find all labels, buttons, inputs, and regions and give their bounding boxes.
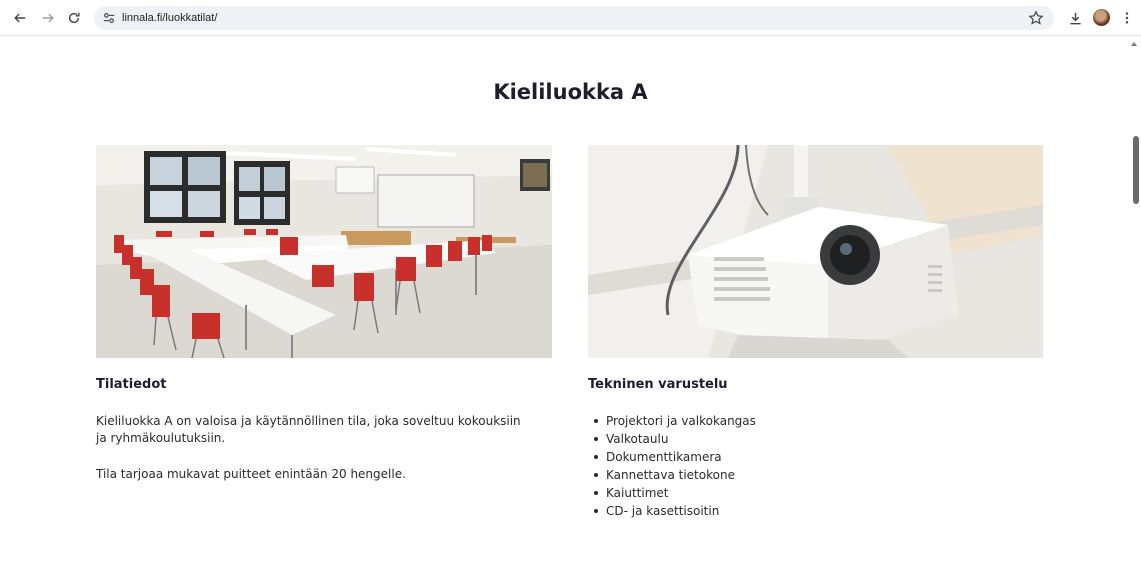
list-item: Kannettava tietokone: [588, 466, 756, 484]
more-icon: [1125, 12, 1129, 24]
list-item: Kaiuttimet: [588, 484, 756, 502]
back-icon: [14, 13, 26, 23]
browser-toolbar: linnala.fi/luokkatilat/: [0, 0, 1141, 36]
url-text[interactable]: linnala.fi/luokkatilat/: [122, 11, 217, 25]
star-icon[interactable]: [1028, 10, 1044, 26]
scrollbar-thumb[interactable]: [1133, 136, 1139, 204]
scroll-up-icon[interactable]: [1130, 40, 1138, 48]
list-item: Projektori ja valkokangas: [588, 412, 756, 430]
profile-avatar[interactable]: [1093, 9, 1110, 26]
reload-icon: [68, 12, 80, 24]
equipment-heading: Tekninen varustelu: [588, 377, 728, 392]
more-menu-button[interactable]: [1117, 8, 1137, 28]
download-button[interactable]: [1065, 8, 1085, 28]
equipment-list: Projektori ja valkokangas Valkotaulu Dok…: [588, 412, 756, 520]
forward-button[interactable]: [38, 8, 58, 28]
classroom-photo: [96, 145, 552, 358]
site-info-icon[interactable]: [102, 11, 116, 25]
page-title: Kieliluokka A: [493, 80, 648, 104]
info-paragraph: Kieliluokka A on valoisa ja käytännöllin…: [96, 414, 521, 445]
list-item: Dokumenttikamera: [588, 448, 756, 466]
projector-photo: [588, 145, 1043, 358]
forward-icon: [42, 13, 54, 23]
info-paragraph-capacity: Tila tarjoaa mukavat puitteet enintään 2…: [96, 467, 406, 481]
reload-button[interactable]: [64, 8, 84, 28]
download-icon: [1069, 12, 1081, 24]
list-item: CD- ja kasettisoitin: [588, 502, 756, 520]
info-heading: Tilatiedot: [96, 377, 167, 392]
address-bar[interactable]: linnala.fi/luokkatilat/: [94, 6, 1054, 30]
list-item: Valkotaulu: [588, 430, 756, 448]
back-button[interactable]: [10, 8, 30, 28]
